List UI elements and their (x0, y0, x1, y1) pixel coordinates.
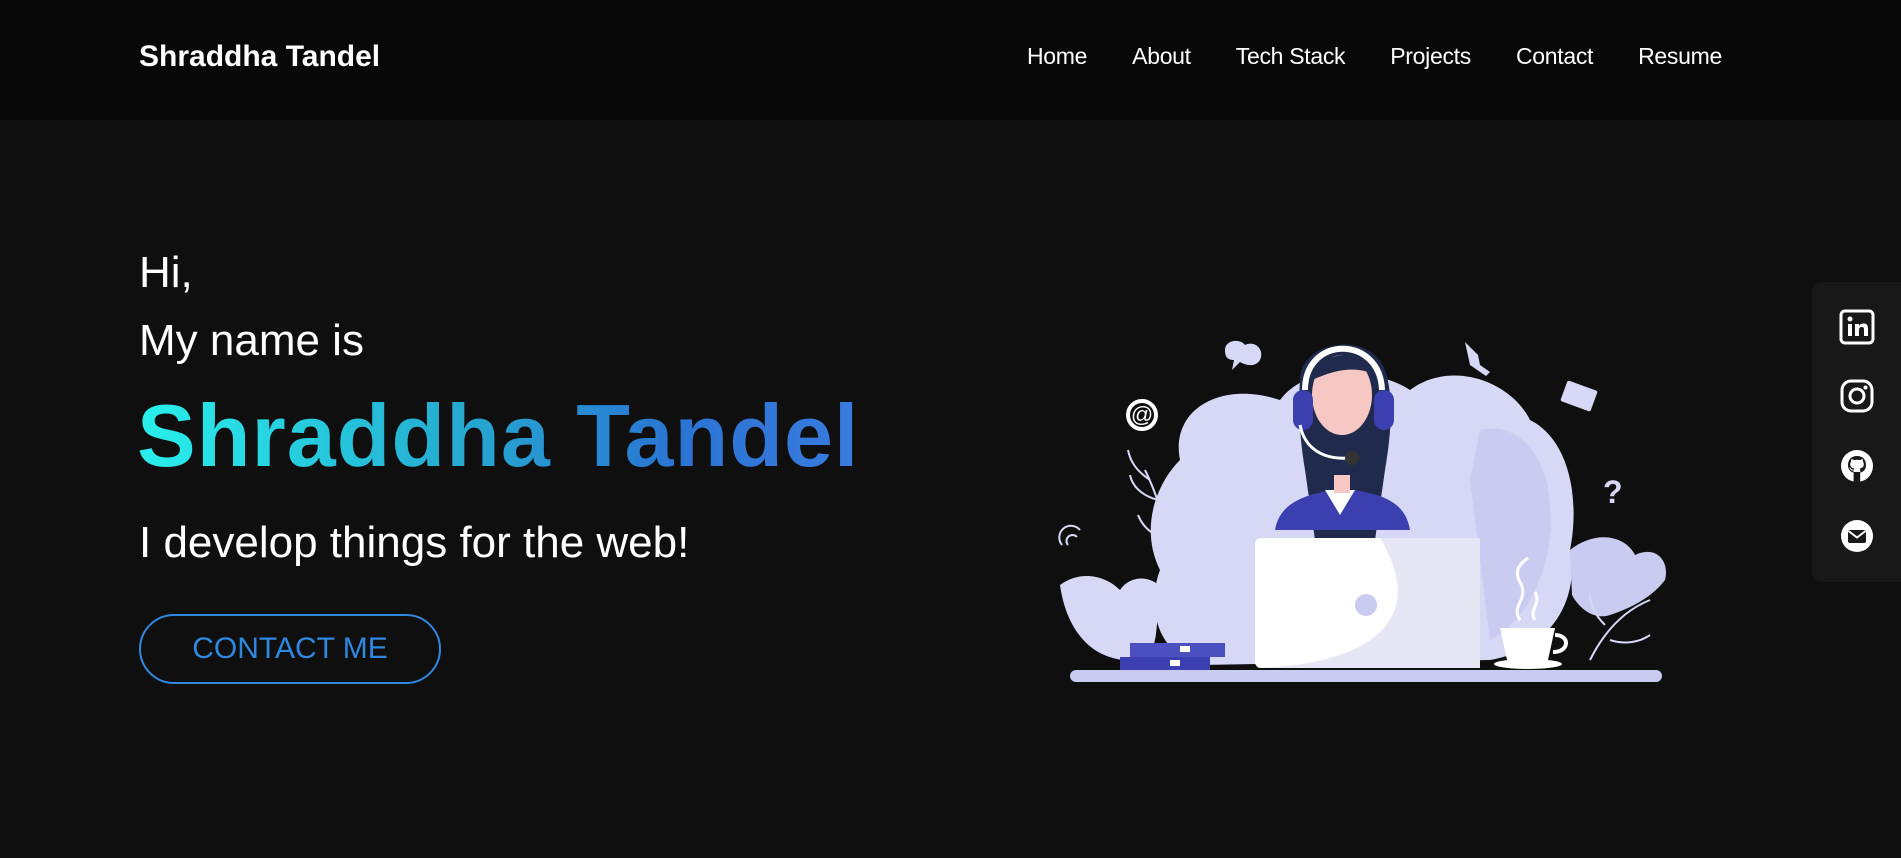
linkedin-icon[interactable] (1812, 307, 1901, 347)
main-nav: Home About Tech Stack Projects Contact R… (1027, 43, 1722, 70)
brand-logo-text[interactable]: Shraddha Tandel (139, 40, 380, 74)
top-navbar: Shraddha Tandel Home About Tech Stack Pr… (0, 0, 1901, 120)
support-agent-illustration: @ ? (1058, 340, 1666, 682)
hero-tagline: I develop things for the web! (139, 518, 690, 567)
instagram-icon[interactable] (1812, 376, 1901, 416)
nav-resume[interactable]: Resume (1638, 43, 1722, 70)
svg-text:@: @ (1131, 402, 1153, 427)
nav-home[interactable]: Home (1027, 43, 1087, 70)
hero-greeting: Hi, (139, 248, 193, 297)
nav-projects[interactable]: Projects (1390, 43, 1471, 70)
github-icon[interactable] (1812, 446, 1901, 486)
nav-tech-stack[interactable]: Tech Stack (1236, 43, 1346, 70)
social-links-bar (1812, 282, 1901, 582)
nav-about[interactable]: About (1132, 43, 1191, 70)
hero-intro: My name is (139, 316, 364, 365)
email-icon[interactable] (1812, 516, 1901, 556)
contact-me-button[interactable]: CONTACT ME (139, 614, 441, 684)
hero-name-heading: Shraddha Tandel (137, 386, 860, 485)
svg-text:?: ? (1603, 474, 1623, 510)
nav-contact[interactable]: Contact (1516, 43, 1593, 70)
